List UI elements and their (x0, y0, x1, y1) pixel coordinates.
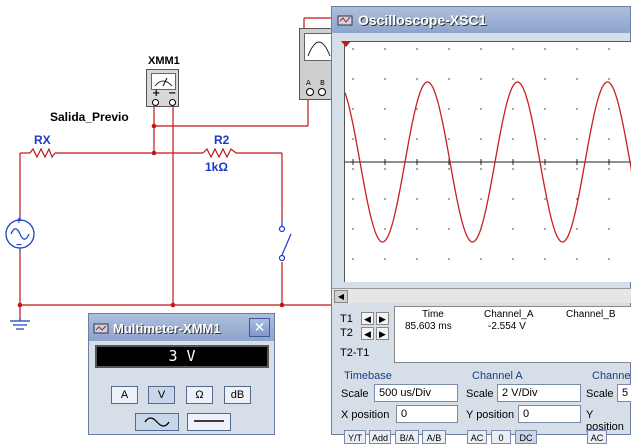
r2-resistor (202, 147, 237, 159)
meter-minus: − (168, 88, 177, 99)
t1-left-arrow-icon[interactable]: ◀ (361, 312, 374, 325)
channel-b-header: Channel_B (566, 309, 616, 320)
channel-a-header: Channel_A (484, 309, 534, 320)
mode-decibel-button[interactable]: dB (224, 386, 251, 404)
channel-b-section: Channel (592, 370, 631, 382)
x-position-field[interactable]: 0 (396, 405, 458, 423)
instrument-icon (93, 323, 109, 334)
scope-pin-b[interactable] (318, 88, 326, 96)
scope-display[interactable] (344, 41, 631, 282)
channel-a-ypos-label: Y position (466, 409, 515, 421)
t2-right-arrow-icon[interactable]: ▶ (376, 327, 389, 340)
scope-trace-area (344, 42, 631, 282)
multimeter-display: 3 V (95, 345, 269, 368)
oscilloscope-title: Oscilloscope-XSC1 (358, 12, 487, 28)
scope-label-a: A (306, 79, 311, 87)
ac-mode-button[interactable] (135, 413, 179, 431)
dc-mode-button[interactable] (187, 413, 231, 431)
t1-right-arrow-icon[interactable]: ▶ (376, 312, 389, 325)
mode-ba-button[interactable]: B/A (395, 430, 419, 444)
source-plus: + (16, 216, 22, 227)
oscilloscope-titlebar[interactable]: Oscilloscope-XSC1 (332, 7, 630, 33)
multimeter-window[interactable]: Multimeter-XMM1 ✕ 3 V A V Ω dB (88, 313, 275, 435)
timebase-scale-label: Scale (341, 388, 369, 400)
rx-label: RX (34, 133, 51, 147)
scope-scrollbar[interactable]: ◀ (332, 288, 631, 303)
mode-yt-button[interactable]: Y/T (344, 430, 366, 444)
t1-channel-a-value: -2.554 V (488, 321, 526, 332)
channel-b-scale-field[interactable]: 5 (617, 384, 631, 402)
mode-ohmmeter-button[interactable]: Ω (186, 386, 213, 404)
close-icon[interactable]: ✕ (249, 318, 270, 337)
dc-line-icon (194, 420, 224, 422)
channel-b-scale-label: Scale (586, 388, 614, 400)
mode-voltmeter-button[interactable]: V (148, 386, 175, 404)
t1-time-value: 85.603 ms (405, 321, 452, 332)
meter-plus: + (152, 88, 161, 99)
t2t1-label: T2-T1 (340, 347, 370, 359)
channel-a-scale-label: Scale (466, 388, 494, 400)
t2-label: T2 (340, 327, 353, 339)
coupling-ac-button[interactable]: AC (467, 430, 487, 444)
mode-ammeter-button[interactable]: A (111, 386, 138, 404)
scroll-left-icon[interactable]: ◀ (334, 290, 348, 303)
channel-a-ypos-field[interactable]: 0 (518, 405, 581, 423)
coupling-b-ac-button[interactable]: AC (587, 430, 607, 444)
cursor-readout: Time Channel_A Channel_B 85.603 ms -2.55… (394, 306, 631, 363)
trigger-marker-icon[interactable] (340, 40, 352, 48)
instrument-icon (337, 15, 353, 26)
t1-label: T1 (340, 313, 353, 325)
scope-face-icon (304, 33, 334, 61)
r2-value: 1kΩ (205, 160, 228, 174)
t2-left-arrow-icon[interactable]: ◀ (361, 327, 374, 340)
mode-ab-button[interactable]: A/B (422, 430, 446, 444)
oscilloscope-window[interactable]: Oscilloscope-XSC1 ◀ T1 T2 T2-T1 ◀ ▶ ◀ ▶ … (331, 6, 631, 444)
timebase-scale-field[interactable]: 500 us/Div (374, 384, 458, 402)
scope-label-b: B (320, 79, 325, 87)
rx-resistor (29, 147, 56, 159)
multimeter-title: Multimeter-XMM1 (113, 321, 221, 336)
scope-pin-a[interactable] (306, 88, 314, 96)
switch-symbol (278, 220, 292, 262)
mode-add-button[interactable]: Add (369, 430, 391, 444)
coupling-zero-button[interactable]: 0 (491, 430, 511, 444)
multimeter-symbol[interactable]: + − (146, 69, 179, 107)
multimeter-titlebar[interactable]: Multimeter-XMM1 ✕ (89, 314, 274, 341)
meter-ref-label: XMM1 (148, 55, 180, 67)
coupling-dc-button[interactable]: DC (515, 430, 537, 444)
meter-pin-plus[interactable] (152, 99, 159, 106)
x-position-label: X position (341, 409, 390, 421)
channel-a-section: Channel A (472, 370, 523, 382)
sine-wave-icon (144, 417, 170, 427)
channel-a-scale-field[interactable]: 2 V/Div (497, 384, 581, 402)
r2-label: R2 (214, 133, 230, 147)
timebase-section: Timebase (344, 370, 392, 382)
time-header: Time (422, 309, 444, 320)
meter-pin-minus[interactable] (169, 99, 176, 106)
net-label: Salida_Previo (50, 110, 129, 124)
ground-symbol (10, 318, 30, 330)
source-minus: − (16, 240, 22, 251)
